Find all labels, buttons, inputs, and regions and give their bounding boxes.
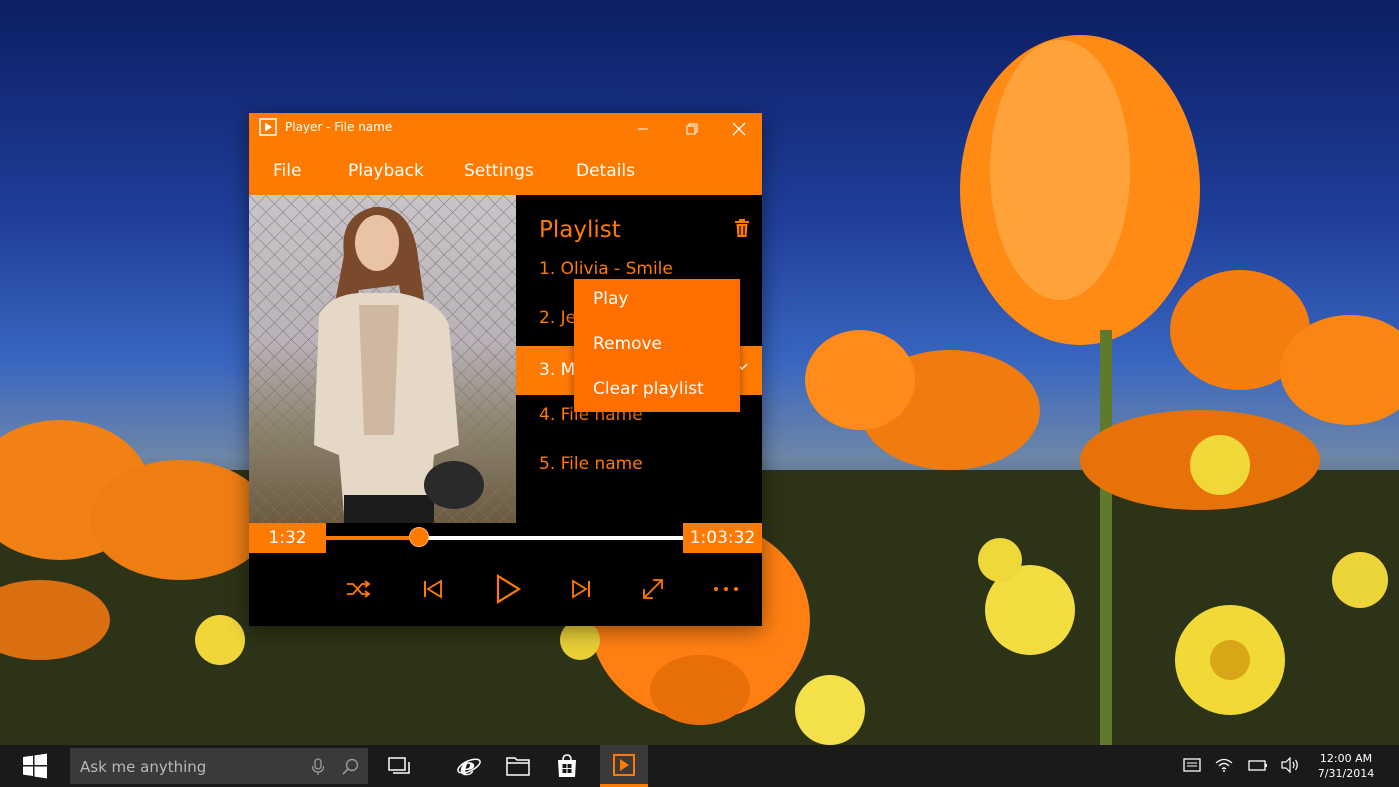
shuffle-button[interactable] [339, 569, 379, 609]
previous-button[interactable] [413, 569, 453, 609]
clock-time: 12:00 AM [1319, 752, 1373, 765]
menu-playback[interactable]: Playback [348, 161, 424, 181]
current-time: 1:32 [249, 523, 326, 553]
playlist-item[interactable]: 5. File name [516, 450, 762, 499]
close-icon [732, 122, 746, 136]
play-icon [496, 574, 522, 604]
context-menu: Play Remove Clear playlist [574, 279, 740, 412]
playback-controls [249, 553, 762, 626]
next-button[interactable] [561, 569, 601, 609]
previous-icon [424, 579, 442, 599]
start-button[interactable] [0, 745, 70, 787]
total-time: 1:03:32 [683, 523, 762, 553]
playlist-item-label: 5. File name [539, 454, 643, 474]
file-explorer-button[interactable] [494, 745, 542, 787]
play-button[interactable] [488, 569, 528, 609]
internet-explorer-button[interactable]: e [445, 745, 493, 787]
menu-file[interactable]: File [273, 161, 301, 181]
menu-details[interactable]: Details [576, 161, 635, 181]
menu-settings[interactable]: Settings [464, 161, 534, 181]
search-input[interactable] [78, 755, 302, 779]
seek-progress [326, 536, 419, 540]
trash-icon[interactable] [734, 219, 750, 237]
app-icon [259, 118, 277, 136]
menu-bar: File Playback Settings Details [249, 145, 762, 195]
player-taskbar-button[interactable] [600, 745, 648, 787]
fullscreen-icon [643, 579, 663, 599]
title-bar[interactable]: Player - File name [249, 113, 762, 145]
album-art-image [249, 195, 516, 523]
store-button[interactable] [543, 745, 591, 787]
seek-thumb[interactable] [408, 527, 429, 547]
playlist-title: Playlist [539, 217, 621, 243]
clock-date: 7/31/2014 [1317, 767, 1375, 780]
context-menu-clear-playlist[interactable]: Clear playlist [593, 379, 704, 399]
close-button[interactable] [716, 113, 762, 145]
player-window: Player - File name File Playback Setting… [249, 113, 762, 626]
restore-button[interactable] [669, 113, 715, 145]
internet-explorer-icon: e [457, 753, 481, 779]
fullscreen-button[interactable] [633, 569, 673, 609]
battery-icon[interactable] [1248, 757, 1268, 773]
seek-row: 1:32 1:03:32 [249, 523, 762, 553]
search-icon[interactable] [342, 758, 359, 775]
volume-icon[interactable] [1281, 757, 1301, 773]
next-icon [572, 579, 590, 599]
playlist-item-label: 1. Olivia - Smile [539, 259, 673, 279]
context-menu-remove[interactable]: Remove [593, 334, 662, 354]
player-app-icon [613, 753, 635, 776]
windows-logo-icon [23, 753, 47, 779]
restore-icon [686, 123, 698, 135]
task-view-icon [388, 757, 410, 774]
store-icon [558, 754, 576, 777]
svg-text:e: e [460, 753, 475, 779]
task-view-button[interactable] [375, 745, 423, 787]
minimize-button[interactable] [620, 113, 666, 145]
more-icon [714, 587, 738, 591]
minimize-icon [638, 128, 648, 130]
window-title: Player - File name [285, 120, 393, 134]
action-center-icon[interactable] [1183, 757, 1201, 773]
microphone-icon[interactable] [311, 758, 325, 776]
search-box[interactable] [70, 748, 368, 784]
taskbar: e [0, 745, 1399, 787]
playlist-item-label: 2. Je [539, 308, 577, 328]
context-menu-play[interactable]: Play [593, 289, 628, 309]
folder-icon [506, 757, 530, 776]
wifi-icon[interactable] [1215, 757, 1233, 773]
playlist-item-label: 3. M [539, 360, 576, 380]
more-button[interactable] [706, 569, 746, 609]
album-art [249, 195, 516, 523]
shuffle-icon [347, 580, 371, 598]
system-clock[interactable]: 12:00 AM 7/31/2014 [1306, 751, 1386, 781]
